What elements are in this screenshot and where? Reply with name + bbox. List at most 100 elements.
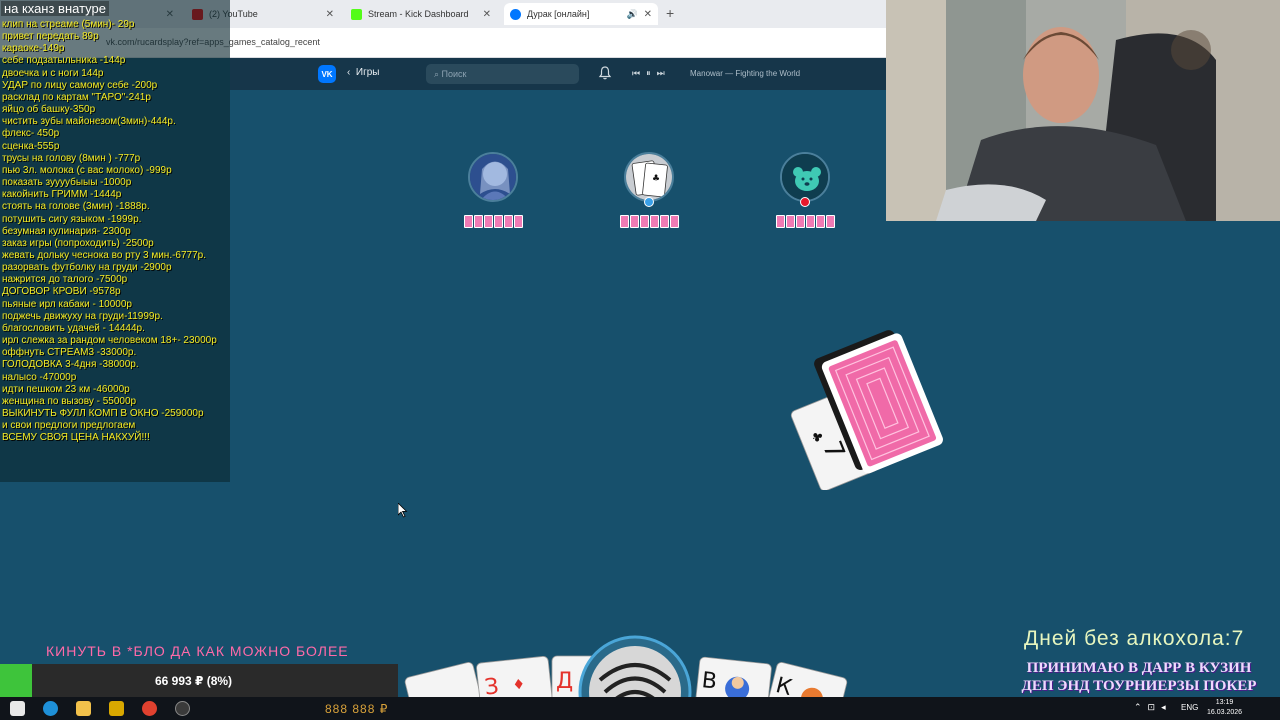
price-list-item: безумная кулинария- 2300р	[2, 225, 131, 237]
turn-indicator	[644, 197, 654, 207]
donation-goal-text: 66 993 ₽ (8%)	[155, 674, 233, 688]
opponent-cards	[776, 215, 835, 228]
opponent-3[interactable]	[776, 152, 835, 228]
back-to-games-button[interactable]: ‹ Игры	[347, 67, 379, 78]
new-tab-button[interactable]: +	[666, 5, 674, 21]
price-list-item: поджечь движуху на груди-11999р.	[2, 310, 163, 322]
price-list-item: ГОЛОДОВКА 3-4дня -38000р.	[2, 359, 139, 371]
card-back	[640, 215, 649, 228]
clock-date: 16.03.2026	[1207, 709, 1243, 716]
price-list-item: яйцо об башку-350р	[2, 104, 96, 116]
price-list-item: и свои предлоги предлогаем	[2, 420, 136, 432]
tab-durak[interactable]: Дурак [онлайн] 🔊 ✕	[504, 3, 658, 25]
price-list-item: оффнуть СТРЕАМ3 -33000р.	[2, 347, 137, 359]
avatar-image	[470, 154, 516, 200]
card-back	[484, 215, 493, 228]
price-list-item: благословить удачей - 14444р.	[2, 322, 145, 334]
card-back	[504, 215, 513, 228]
price-list-item: себе подзатыльника -144р	[2, 55, 126, 67]
price-list-item: сценка-555р	[2, 140, 60, 152]
games-label: Игры	[355, 67, 380, 78]
file-explorer-icon[interactable]	[76, 701, 91, 716]
price-list-item: показать зуууубыыы -1000р	[2, 177, 132, 189]
price-list-title: на кханз внатуре	[1, 1, 109, 16]
chevron-up-icon[interactable]: ⌃	[1134, 702, 1148, 712]
price-list-item: женщина по вызову - 55000р	[2, 395, 137, 407]
close-icon[interactable]: ✕	[644, 9, 652, 20]
opponent-1[interactable]	[464, 152, 523, 228]
hand-card-rank: В	[700, 668, 718, 694]
close-icon[interactable]: ✕	[483, 9, 491, 20]
price-list-item: клип на стреаме (5мин)- 29р	[2, 19, 135, 30]
card-back	[620, 215, 629, 228]
price-list-item: ДОГОВОР КРОВИ -9578р	[2, 286, 121, 298]
card-back	[776, 215, 785, 228]
webcam-image	[886, 0, 1280, 221]
sober-days-counter: Дней без алкохола:7	[1024, 627, 1245, 650]
price-list-item: пьяные ирл кабаки - 10000р	[2, 298, 132, 310]
now-playing[interactable]: Manowar — Fighting the World	[690, 69, 800, 78]
card-back	[474, 215, 483, 228]
promo-text: ПРИНИМАЮ В ДАРР В КУЗИН ДЕП ЭНД ТОУРНИЕР…	[998, 659, 1280, 695]
avatar	[780, 152, 830, 202]
chrome-icon[interactable]	[142, 701, 157, 716]
avatar	[468, 152, 518, 202]
tray-icons[interactable]: ⌃⊡◂	[1134, 702, 1172, 713]
opponent-2[interactable]: ♣	[620, 152, 679, 228]
bell-icon[interactable]	[598, 66, 612, 80]
donation-goal-bar: 66 993 ₽ (8%)	[0, 664, 398, 697]
edge-icon[interactable]	[43, 701, 58, 716]
card-back	[786, 215, 795, 228]
price-list-item: караоке-149р	[2, 43, 65, 55]
price-list-item: налысо -47000р	[2, 371, 77, 383]
tab-label: Stream - Kick Dashboard	[368, 9, 469, 19]
status-indicator	[800, 197, 810, 207]
taskbar-money: 888 888 ₽	[325, 702, 389, 716]
app-icon[interactable]	[109, 701, 124, 716]
volume-icon[interactable]: ◂	[1161, 702, 1172, 712]
language-indicator[interactable]: ENG	[1181, 703, 1198, 712]
opponent-cards	[620, 215, 679, 228]
player-controls: ⏮⏸⏭	[632, 68, 671, 79]
deck-pile[interactable]: ♣ 7	[790, 320, 970, 490]
price-list-item: пью 3л. молока (с вас молоко) -999р	[2, 164, 172, 176]
chevron-left-icon: ‹	[347, 67, 356, 78]
card-back	[650, 215, 659, 228]
vk-logo[interactable]: VK	[318, 65, 336, 83]
card-back	[660, 215, 669, 228]
card-back	[670, 215, 679, 228]
obs-icon[interactable]	[175, 701, 190, 716]
vk-icon	[510, 8, 521, 20]
card-back	[826, 215, 835, 228]
player-hand[interactable]: З ♦ Д В К	[400, 630, 870, 700]
kick-icon	[351, 8, 362, 20]
price-list-item: привет передать 89р	[2, 31, 99, 43]
tab-kick-dashboard[interactable]: Stream - Kick Dashboard ✕	[345, 3, 497, 25]
donation-prompt: КИНУТЬ В *БЛО ДА КАК МОЖНО БОЛЕЕ	[46, 643, 349, 659]
pause-icon[interactable]: ⏸	[646, 68, 657, 78]
donation-price-list: на кханз внатуре клип на стреаме (5мин)-…	[0, 0, 230, 482]
bear-avatar-icon	[782, 154, 828, 200]
taskbar: 888 888 ₽ ⌃⊡◂ ENG 13:19 16.03.2026	[0, 697, 1280, 720]
svg-text:♣: ♣	[652, 174, 660, 184]
card-back	[816, 215, 825, 228]
avatar: ♣	[624, 152, 674, 202]
hand-card[interactable]: З ♦	[476, 656, 556, 700]
start-icon[interactable]	[10, 701, 25, 716]
price-list-item: расклад по картам "ТАРО"-241р	[2, 91, 151, 103]
player-avatar[interactable]	[578, 635, 692, 700]
mouse-cursor-icon	[398, 503, 408, 518]
next-track-icon[interactable]: ⏭	[657, 68, 671, 78]
speaker-icon[interactable]: 🔊	[627, 9, 638, 20]
price-list-item: ВСЕМУ СВОЯ ЦЕНА НАКХУЙ!!!	[2, 432, 150, 444]
clock[interactable]: 13:19 16.03.2026	[1207, 698, 1242, 718]
search-placeholder: Поиск	[441, 69, 467, 79]
tab-label: Дурак [онлайн]	[527, 9, 590, 19]
hand-card[interactable]: В	[691, 656, 772, 700]
close-icon[interactable]: ✕	[326, 9, 334, 20]
previous-track-icon[interactable]: ⏮	[632, 68, 646, 78]
hand-card[interactable]: К	[759, 661, 848, 700]
network-icon[interactable]: ⊡	[1148, 702, 1162, 712]
search-input[interactable]: ⌕ Поиск	[426, 64, 579, 84]
card-back	[806, 215, 815, 228]
